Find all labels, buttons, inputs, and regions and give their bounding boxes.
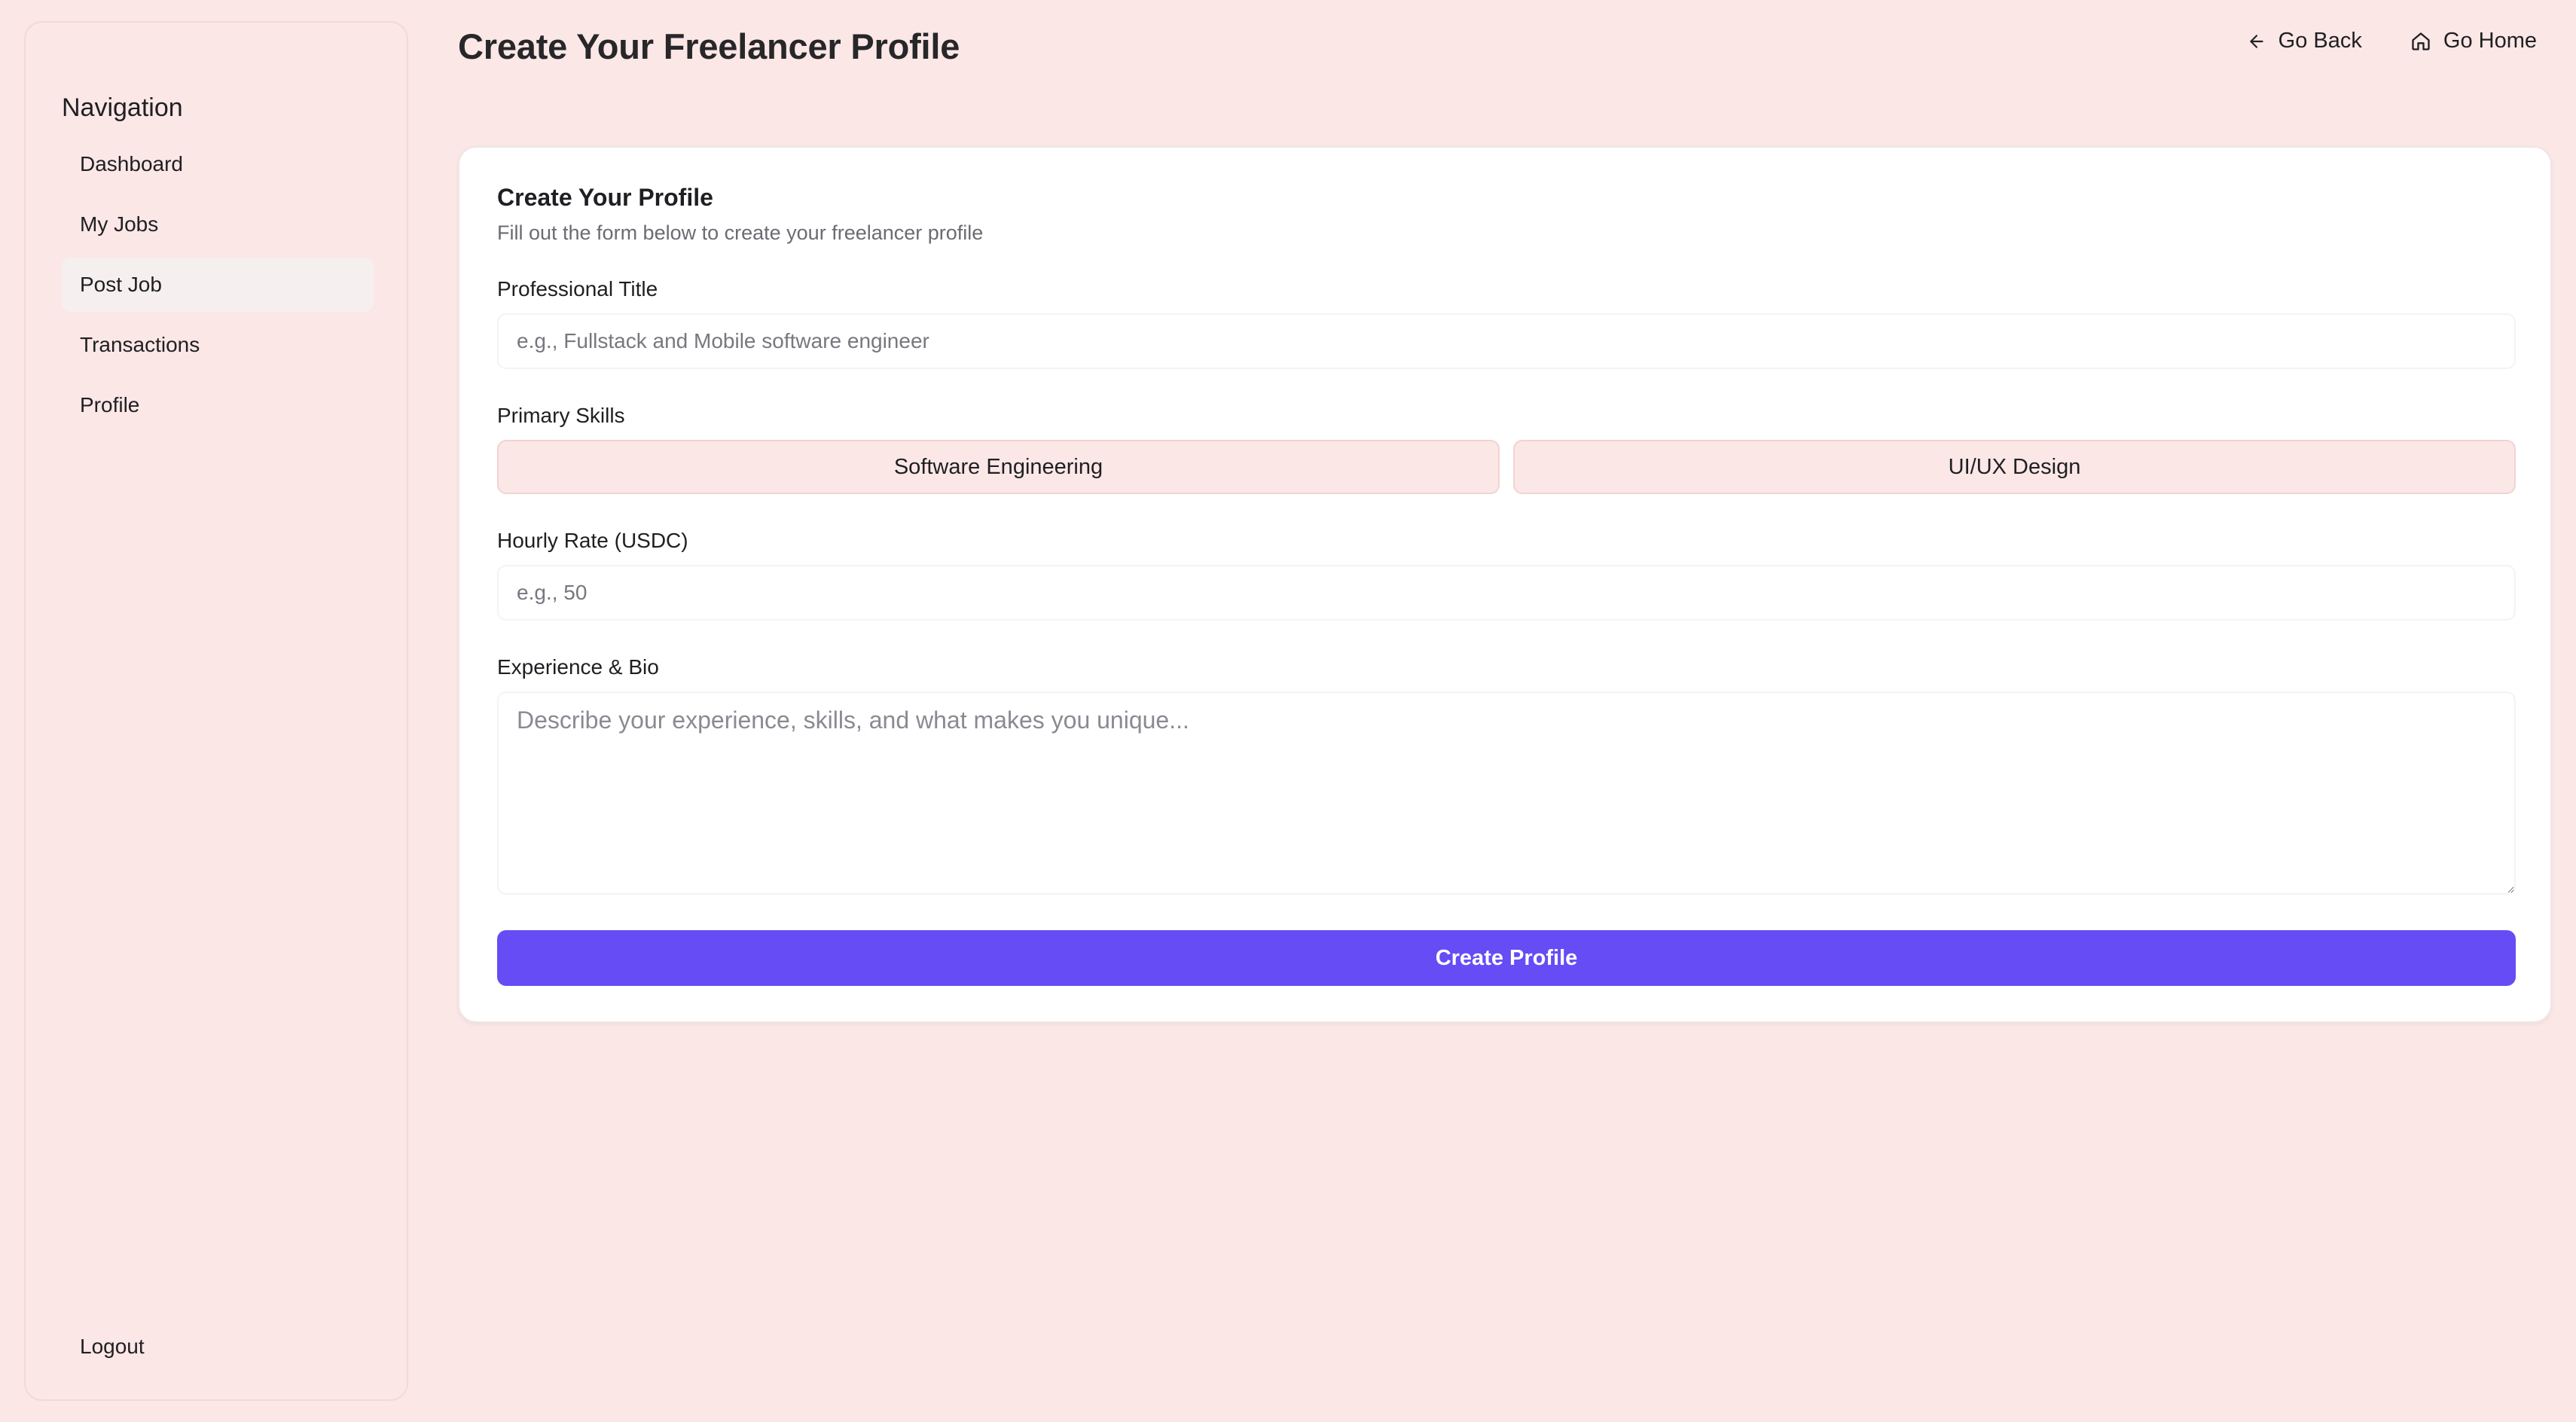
sidebar-item-transactions[interactable]: Transactions [62,318,374,372]
header-actions: Go Back Go Home [2247,29,2537,53]
page-title: Create Your Freelancer Profile [458,26,960,66]
go-back-label: Go Back [2278,29,2362,53]
profile-form: Create Your Profile Fill out the form be… [497,182,2516,986]
nav-heading: Navigation [62,93,183,122]
create-profile-button[interactable]: Create Profile [497,930,2516,986]
nav-list: Dashboard My Jobs Post Job Transactions … [62,137,374,438]
skill-software-engineering-button[interactable]: Software Engineering [497,440,1500,494]
skills-options: Software Engineering UI/UX Design [497,440,2516,494]
hourly-rate-label: Hourly Rate (USDC) [497,529,688,552]
primary-skills-label: Primary Skills [497,404,625,427]
form-subtitle: Fill out the form below to create your f… [497,221,984,244]
go-home-button[interactable]: Go Home [2410,29,2537,53]
arrow-left-icon [2247,32,2266,51]
form-title: Create Your Profile [497,184,713,211]
sidebar-item-post-job[interactable]: Post Job [62,258,374,312]
professional-title-field: Professional Title [497,276,2516,369]
profile-form-card: Create Your Profile Fill out the form be… [458,146,2552,1023]
professional-title-label: Professional Title [497,277,658,301]
sidebar-item-dashboard[interactable]: Dashboard [62,137,374,191]
sidebar-item-profile[interactable]: Profile [62,378,374,432]
go-back-button[interactable]: Go Back [2247,29,2362,53]
bio-textarea[interactable] [497,691,2516,895]
logout-button[interactable]: Logout [62,1320,374,1374]
go-home-label: Go Home [2443,29,2537,53]
primary-skills-field: Primary Skills Software Engineering UI/U… [497,402,2516,494]
sidebar-item-my-jobs[interactable]: My Jobs [62,197,374,252]
hourly-rate-input[interactable] [497,565,2516,621]
professional-title-input[interactable] [497,313,2516,369]
bio-label: Experience & Bio [497,655,659,679]
bio-field: Experience & Bio [497,654,2516,899]
home-icon [2410,31,2431,52]
sidebar: Navigation Dashboard My Jobs Post Job Tr… [24,21,408,1401]
skill-ui-ux-design-button[interactable]: UI/UX Design [1513,440,2516,494]
hourly-rate-field: Hourly Rate (USDC) [497,527,2516,621]
